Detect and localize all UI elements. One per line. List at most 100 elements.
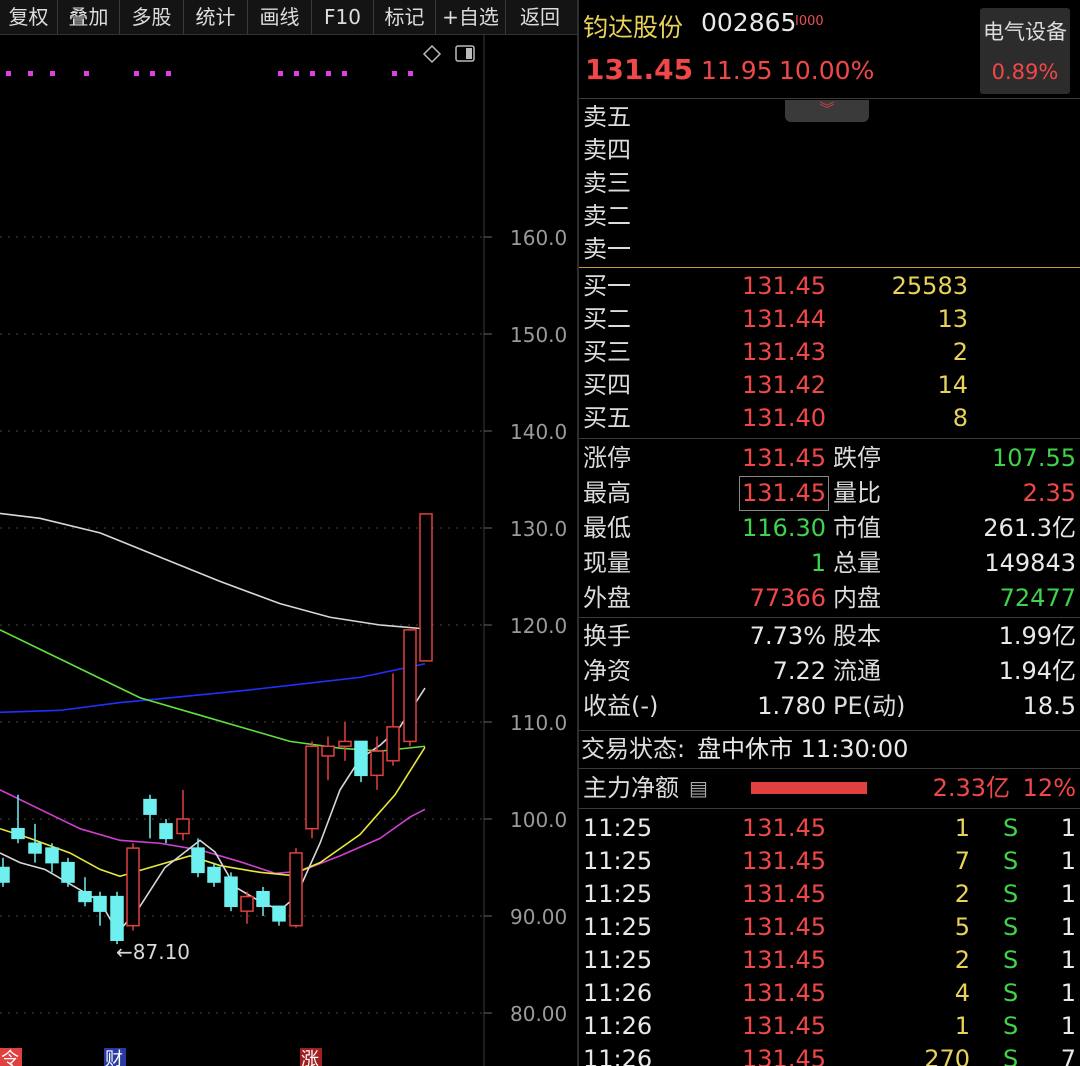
tick-row: 11:26 131.45 1S 1 — [583, 1012, 1076, 1040]
signal-dot — [150, 71, 155, 76]
y-tick-label: 120.0 — [510, 614, 567, 638]
signal-dot — [408, 71, 413, 76]
event-marker[interactable]: 财 — [105, 1049, 123, 1066]
candle-body — [240, 895, 254, 912]
trade-status: 交易状态: 盘中休市 11:30:00 — [581, 735, 909, 763]
stock-tag: I000 — [795, 14, 824, 29]
signal-dot — [134, 71, 139, 76]
high-value: 131.45 — [739, 476, 829, 511]
ma-line-green — [0, 629, 426, 752]
tick-row: 11:25 131.45 2S 1 — [583, 880, 1076, 908]
statistics-button[interactable]: 统计 — [184, 0, 248, 34]
event-marker[interactable]: 涨 — [301, 1049, 319, 1066]
candle-body — [289, 852, 303, 927]
ask-row: 卖一 — [583, 235, 631, 263]
diamond-icon[interactable] — [422, 44, 442, 64]
bid-row: 买四 131.42 14 — [583, 371, 968, 399]
tick-row: 11:25 131.45 1S 1 — [583, 814, 1076, 842]
signal-dot — [84, 71, 89, 76]
fuquan-button[interactable]: 复权 — [0, 0, 58, 34]
f10-button[interactable]: F10 — [312, 0, 374, 34]
stock-name: 钧达股份 — [583, 13, 684, 42]
stat-row: 涨停 131.45 跌停 107.55 — [583, 444, 1076, 472]
y-tick-label: 90.00 — [510, 905, 567, 929]
candle-body — [93, 895, 107, 912]
candle-body — [354, 740, 368, 777]
sector-name: 电气设备 — [983, 20, 1067, 44]
kline-chart-canvas[interactable]: 160.0 150.0 140.0 130.0 120.0 110.0 100.0 90.00… — [0, 34, 578, 1066]
candle-body — [110, 895, 124, 941]
stat-row: 净资 7.22 流通 1.94亿 — [583, 657, 1076, 685]
ask-row: 卖五 — [583, 103, 631, 131]
y-tick-label: 100.0 — [510, 808, 567, 832]
event-marker[interactable]: 令 — [1, 1049, 19, 1066]
candle-body — [143, 798, 157, 815]
candle-body — [126, 847, 140, 927]
ask-row: 卖三 — [583, 169, 631, 197]
chart-toolbar: 复权 叠加 多股 统计 画线 F10 标记 +自选 返回 — [0, 0, 578, 35]
ask-row: 卖二 — [583, 202, 631, 230]
candle-body — [305, 745, 319, 830]
signal-dot — [6, 71, 11, 76]
ma-line-blue — [0, 663, 426, 714]
candle-body — [78, 891, 92, 903]
multi-stock-button[interactable]: 多股 — [120, 0, 184, 34]
stat-row: 换手 7.73% 股本 1.99亿 — [583, 622, 1076, 650]
candle-body — [224, 876, 238, 908]
y-tick-label: 110.0 — [510, 711, 567, 735]
y-tick-label: 160.0 — [510, 226, 567, 250]
price-change: 11.95 — [701, 56, 773, 85]
stat-row: 最低 116.30 市值 261.3亿 — [583, 514, 1076, 542]
mark-button[interactable]: 标记 — [374, 0, 436, 34]
signal-dot — [50, 71, 55, 76]
candle-body — [191, 847, 205, 874]
y-tick-label: 130.0 — [510, 517, 567, 541]
candle-body — [207, 866, 221, 883]
signal-dot — [294, 71, 299, 76]
back-button[interactable]: 返回 — [506, 0, 574, 34]
signal-dot — [166, 71, 171, 76]
ma-line-short — [0, 687, 426, 934]
candle-body — [256, 891, 270, 908]
kline-chart[interactable]: 160.0 150.0 140.0 130.0 120.0 110.0 100.0 90.00… — [0, 34, 578, 1066]
tick-row: 11:25 131.45 5S 1 — [583, 913, 1076, 941]
main-flow-bar — [751, 782, 867, 794]
candle-body — [321, 745, 335, 757]
y-tick-label: 150.0 — [510, 323, 567, 347]
draw-line-button[interactable]: 画线 — [248, 0, 312, 34]
candle-body — [61, 861, 75, 883]
candle-body — [338, 740, 352, 748]
signal-dot — [342, 71, 347, 76]
sector-button[interactable]: 电气设备 0.89% — [980, 8, 1070, 94]
candle-body — [403, 629, 417, 743]
stat-row: 收益(-) 1.780 PE(动) 18.5 — [583, 692, 1076, 720]
candle-body — [386, 726, 400, 762]
stat-row: 现量 1 总量 149843 — [583, 549, 1076, 577]
ma-line-white — [0, 512, 426, 630]
sector-pct: 0.89% — [991, 60, 1059, 84]
low-price-marker: ←87.10 — [116, 940, 190, 964]
bid-row: 买二 131.44 13 — [583, 305, 968, 333]
bid-row: 买三 131.43 2 — [583, 338, 968, 366]
tick-row: 11:26 131.45 4S 1 — [583, 979, 1076, 1007]
overlay-button[interactable]: 叠加 — [58, 0, 120, 34]
list-icon[interactable]: ▤ — [689, 772, 708, 805]
stat-row: 最高 131.45 量比 2.35 — [579, 476, 1080, 511]
signal-dot — [310, 71, 315, 76]
candle-body — [176, 818, 190, 835]
tick-row: 11:25 131.45 7S 1 — [583, 847, 1076, 875]
quote-panel: 钧达股份 002865 I000 131.45 11.95 10.00% 电气设… — [579, 0, 1080, 1066]
ask-row: 卖四 — [583, 136, 631, 164]
candle-body — [159, 823, 173, 840]
tick-row: 11:26 131.45 270 S 7 — [583, 1045, 1076, 1066]
panel-toggle-icon-fill — [466, 48, 472, 59]
candle-body — [28, 842, 42, 854]
candle-body — [45, 847, 59, 864]
bid-row: 买五 131.40 8 — [583, 404, 968, 432]
stock-code: 002865 — [701, 8, 797, 37]
signal-dot — [278, 71, 283, 76]
price-change-pct: 10.00% — [779, 56, 875, 85]
add-watchlist-button[interactable]: +自选 — [436, 0, 506, 34]
candle-body — [419, 513, 433, 662]
candle-body — [272, 905, 286, 922]
